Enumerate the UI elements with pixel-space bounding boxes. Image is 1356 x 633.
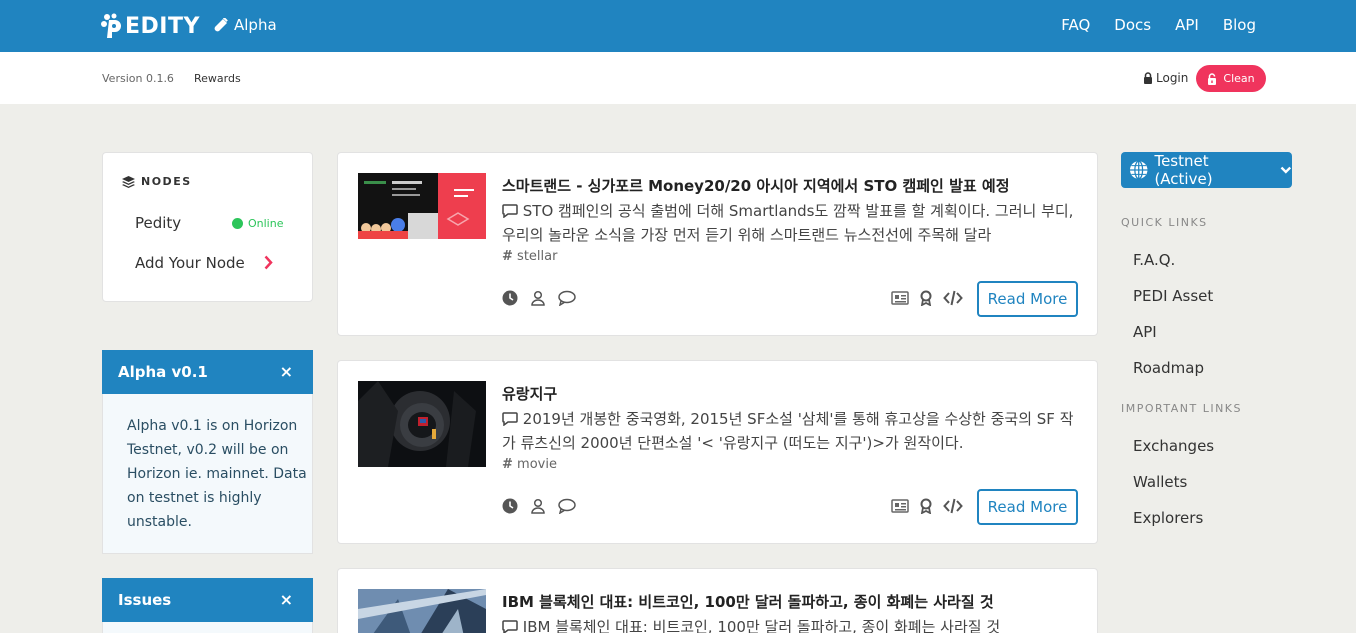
newspaper-icon[interactable] (891, 499, 909, 513)
nav-blog[interactable]: Blog (1223, 16, 1256, 34)
hash-icon: # (502, 457, 513, 472)
post-tag[interactable]: # stellar (502, 249, 557, 264)
quick-link-api[interactable]: API (1133, 323, 1157, 341)
node-item-pedity[interactable]: Pedity (135, 214, 181, 232)
issues-panel-title: Issues (118, 591, 172, 609)
post-description-text: STO 캠페인의 공식 출범에 더해 Smartlands도 깜짝 발표를 할 … (502, 202, 1074, 244)
award-icon[interactable] (919, 498, 933, 514)
read-more-button[interactable]: Read More (977, 489, 1078, 525)
login-link[interactable]: Login (1143, 71, 1188, 85)
nodes-title-text: NODES (141, 175, 192, 188)
nodes-title: NODES (122, 175, 192, 188)
award-icon[interactable] (919, 290, 933, 306)
alpha-panel-header: Alpha v0.1 × (102, 350, 313, 394)
main-nav: FAQ Docs API Blog (1061, 16, 1256, 34)
pedity-logo[interactable]: EDITY (101, 12, 200, 40)
post-description-text: 2019년 개봉한 중국영화, 2015년 SF소설 '삼체'를 통해 휴고상을… (502, 410, 1074, 452)
post-thumbnail[interactable] (358, 381, 486, 467)
post-title[interactable]: IBM 블록체인 대표: 비트코인, 100만 달러 돌파하고, 종이 화폐는 … (502, 591, 994, 612)
node-status-text: Online (248, 217, 284, 230)
flask-icon (214, 18, 228, 32)
comment-icon[interactable] (558, 498, 576, 514)
post-title[interactable]: 유랑지구 (502, 383, 557, 404)
post-thumbnail-image (358, 589, 486, 633)
code-icon[interactable] (943, 498, 963, 514)
chevron-down-icon (1280, 166, 1292, 174)
network-selector-text: Testnet (Active) (1154, 152, 1213, 188)
node-status: Online (232, 217, 283, 230)
user-icon[interactable] (530, 290, 546, 306)
post-thumbnail[interactable] (358, 173, 486, 239)
clock-icon[interactable] (502, 498, 518, 514)
important-link-exchanges[interactable]: Exchanges (1133, 437, 1214, 455)
quick-link-faq[interactable]: F.A.Q. (1133, 251, 1175, 269)
post-card: 유랑지구 2019년 개봉한 중국영화, 2015년 SF소설 '삼체'를 통해… (337, 360, 1098, 544)
nav-faq[interactable]: FAQ (1061, 16, 1090, 34)
newspaper-icon[interactable] (891, 291, 909, 305)
nav-api[interactable]: API (1175, 16, 1199, 34)
top-navbar: EDITY Alpha FAQ Docs API Blog (0, 0, 1356, 52)
post-tag[interactable]: # movie (502, 457, 557, 472)
status-dot-icon (232, 218, 243, 229)
comment-icon (502, 204, 518, 219)
quick-link-pedi-asset[interactable]: PEDI Asset (1133, 287, 1213, 305)
sub-navbar: Version 0.1.6 Rewards Login Clean (0, 52, 1356, 104)
user-icon[interactable] (530, 498, 546, 514)
close-icon[interactable]: × (280, 590, 293, 609)
hash-icon: # (502, 249, 513, 264)
post-meta-icons (502, 498, 576, 514)
close-icon[interactable]: × (280, 362, 293, 381)
quick-links-label: QUICK LINKS (1121, 216, 1208, 229)
important-link-wallets[interactable]: Wallets (1133, 473, 1187, 491)
post-meta-icons (502, 290, 576, 306)
issues-panel-body (102, 622, 313, 633)
post-thumbnail[interactable] (358, 589, 486, 633)
lock-icon (1144, 72, 1152, 84)
nodes-card: NODES Pedity Online Add Your Node (102, 152, 313, 302)
important-links-label: IMPORTANT LINKS (1121, 402, 1243, 415)
logo-mark-icon (101, 13, 121, 38)
post-description: STO 캠페인의 공식 출범에 더해 Smartlands도 깜짝 발표를 할 … (502, 199, 1082, 247)
post-tag-text: stellar (517, 249, 558, 264)
alpha-panel-body: Alpha v0.1 is on Horizon Testnet, v0.2 w… (102, 394, 313, 554)
unlock-icon (1208, 72, 1217, 85)
login-text: Login (1156, 71, 1189, 85)
alpha-panel-text: Alpha v0.1 is on Horizon Testnet, v0.2 w… (127, 418, 307, 530)
post-description: 2019년 개봉한 중국영화, 2015년 SF소설 '삼체'를 통해 휴고상을… (502, 407, 1082, 455)
version-label: Version 0.1.6 (102, 72, 174, 85)
globe-icon (1129, 160, 1148, 180)
layers-icon (122, 175, 135, 188)
post-description-text: IBM 블록체인 대표: 비트코인, 100만 달러 돌파하고, 종이 화폐는 … (522, 618, 1001, 633)
clock-icon[interactable] (502, 290, 518, 306)
post-card: IBM 블록체인 대표: 비트코인, 100만 달러 돌파하고, 종이 화폐는 … (337, 568, 1098, 633)
quick-link-roadmap[interactable]: Roadmap (1133, 359, 1204, 377)
comment-icon (502, 412, 518, 427)
chevron-right-icon[interactable] (264, 255, 273, 270)
comment-icon[interactable] (558, 290, 576, 306)
post-tag-text: movie (517, 457, 557, 472)
post-thumbnail-image (358, 173, 486, 239)
code-icon[interactable] (943, 290, 963, 306)
add-node-link[interactable]: Add Your Node (135, 254, 245, 272)
clean-button[interactable]: Clean (1196, 65, 1266, 92)
read-more-button[interactable]: Read More (977, 281, 1078, 317)
post-description: IBM 블록체인 대표: 비트코인, 100만 달러 돌파하고, 종이 화폐는 … (502, 615, 1082, 633)
post-title[interactable]: 스마트랜드 - 싱가포르 Money20/20 아시아 지역에서 STO 캠페인… (502, 175, 1010, 196)
post-action-icons (891, 290, 963, 306)
post-card: 스마트랜드 - 싱가포르 Money20/20 아시아 지역에서 STO 캠페인… (337, 152, 1098, 336)
rewards-link[interactable]: Rewards (194, 72, 241, 85)
env-label-text: Alpha (234, 16, 277, 34)
important-link-explorers[interactable]: Explorers (1133, 509, 1203, 527)
alpha-panel-title: Alpha v0.1 (118, 363, 208, 381)
logo-text: EDITY (125, 13, 200, 39)
network-selector[interactable]: Testnet (Active) (1121, 152, 1292, 188)
nav-docs[interactable]: Docs (1114, 16, 1151, 34)
post-thumbnail-image (358, 381, 486, 467)
issues-panel-header: Issues × (102, 578, 313, 622)
post-action-icons (891, 498, 963, 514)
env-label[interactable]: Alpha (214, 16, 277, 34)
clean-text: Clean (1223, 72, 1255, 85)
comment-icon (502, 620, 518, 633)
